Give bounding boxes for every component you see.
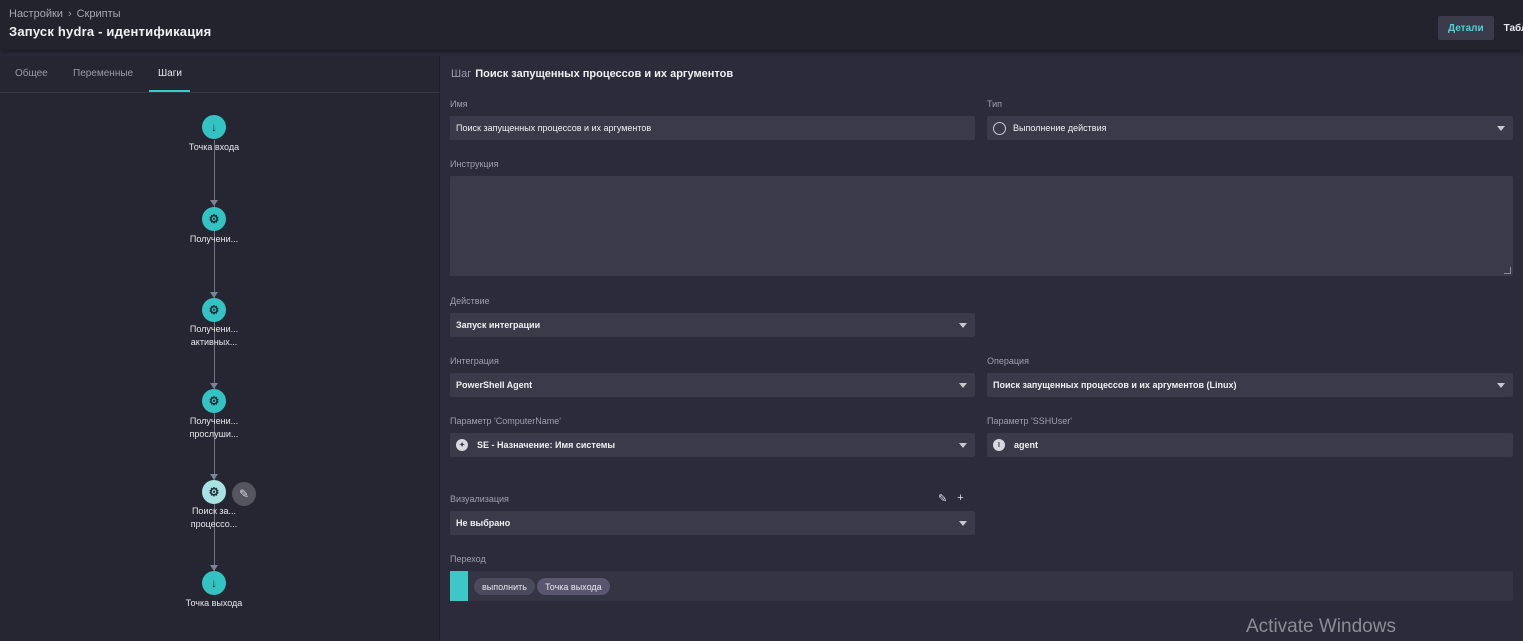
visualization-tools: ✎ + xyxy=(938,492,964,505)
chevron-down-icon xyxy=(1497,383,1505,388)
gear-icon: ⚙ xyxy=(208,303,220,317)
plus-icon[interactable]: + xyxy=(957,492,963,505)
flow-node-step-4-selected[interactable]: ⚙ xyxy=(202,480,226,504)
top-bar: Настройки › Скрипты Запуск hydra - идент… xyxy=(0,0,1523,50)
transition-condition-chip[interactable]: выполнить xyxy=(474,578,535,595)
transition-row: выполнить Точка выхода xyxy=(450,571,1513,601)
flow-node-label: Получени... активных... xyxy=(189,324,239,347)
transition-target-chip[interactable]: Точка выхода xyxy=(537,578,610,595)
action-select[interactable]: Запуск интеграции xyxy=(450,313,975,337)
active-tab-indicator xyxy=(149,90,190,92)
flow-node-label: Получени... xyxy=(189,234,239,244)
edit-step-button[interactable]: ✎ xyxy=(232,482,256,506)
tab-general[interactable]: Общее xyxy=(15,68,48,79)
breadcrumb-settings[interactable]: Настройки xyxy=(9,8,63,20)
details-view-button[interactable]: Детали xyxy=(1438,16,1494,40)
resize-handle-icon[interactable] xyxy=(1504,267,1511,274)
visualization-select[interactable]: Не выбрано xyxy=(450,511,975,535)
instruction-label: Инструкция xyxy=(450,159,499,169)
integration-select[interactable]: PowerShell Agent xyxy=(450,373,975,397)
arrow-down-icon: ↓ xyxy=(211,576,217,590)
tab-bar: Общее Переменные Шаги xyxy=(0,56,440,93)
name-input[interactable]: Поиск запущенных процессов и их аргумент… xyxy=(450,116,975,140)
param-sshuser-input[interactable]: I agent xyxy=(987,433,1513,457)
transition-accent-bar xyxy=(450,571,468,601)
flow-node-step-3[interactable]: ⚙ xyxy=(202,389,226,413)
step-prefix: Шаг xyxy=(451,68,472,80)
type-select[interactable]: Выполнение действия xyxy=(987,116,1513,140)
text-value-icon: I xyxy=(993,439,1005,451)
chevron-down-icon xyxy=(959,323,967,328)
flow-arrow xyxy=(210,200,218,206)
name-label: Имя xyxy=(450,99,468,109)
instruction-textarea[interactable] xyxy=(450,176,1513,276)
flow-node-exit[interactable]: ↓ xyxy=(202,571,226,595)
flow-node-label: Точка входа xyxy=(188,142,240,152)
gear-icon: ⚙ xyxy=(208,394,220,408)
view-toggle: Детали Табл xyxy=(1438,16,1523,40)
operation-label: Операция xyxy=(987,356,1029,366)
circle-icon xyxy=(993,121,1006,135)
flow-node-step-1[interactable]: ⚙ xyxy=(202,207,226,231)
arrow-down-icon: ↓ xyxy=(211,120,217,134)
chevron-down-icon xyxy=(959,383,967,388)
param-computername-label: Параметр 'ComputerName' xyxy=(450,416,561,426)
flow-node-label: Поиск за... процессо... xyxy=(190,506,238,529)
variable-icon: ✦ xyxy=(456,439,468,451)
flow-node-label: Получени... прослуши... xyxy=(189,416,239,439)
table-view-button[interactable]: Табл xyxy=(1494,16,1523,40)
integration-label: Интеграция xyxy=(450,356,499,366)
tab-variables[interactable]: Переменные xyxy=(73,68,133,79)
pencil-icon[interactable]: ✎ xyxy=(938,492,947,505)
step-heading: Шаг Поиск запущенных процессов и их аргум… xyxy=(451,68,733,80)
visualization-label: Визуализация xyxy=(450,494,509,504)
param-sshuser-label: Параметр 'SSHUser' xyxy=(987,416,1072,426)
step-title: Поиск запущенных процессов и их аргумент… xyxy=(475,68,734,80)
page-title: Запуск hydra - идентификация xyxy=(9,24,212,39)
flow-node-step-2[interactable]: ⚙ xyxy=(202,298,226,322)
operation-select[interactable]: Поиск запущенных процессов и их аргумент… xyxy=(987,373,1513,397)
action-label: Действие xyxy=(450,296,490,306)
type-label: Тип xyxy=(987,99,1003,109)
breadcrumb: Настройки › Скрипты xyxy=(9,8,121,20)
chevron-right-icon: › xyxy=(67,8,72,20)
chevron-down-icon xyxy=(1497,126,1505,131)
gear-icon: ⚙ xyxy=(208,212,220,226)
flow-node-entry[interactable]: ↓ xyxy=(202,115,226,139)
chevron-down-icon xyxy=(959,443,967,448)
gear-icon: ⚙ xyxy=(208,485,220,499)
transition-label: Переход xyxy=(450,554,486,564)
activate-windows-watermark: Activate Windows xyxy=(1246,616,1396,637)
chevron-down-icon xyxy=(959,521,967,526)
flow-node-label: Точка выхода xyxy=(185,598,243,608)
step-details-panel: Шаг Поиск запущенных процессов и их аргум… xyxy=(441,56,1523,641)
param-computername-select[interactable]: ✦ SE - Назначение: Имя системы xyxy=(450,433,975,457)
breadcrumb-scripts[interactable]: Скрипты xyxy=(77,8,121,20)
tab-steps[interactable]: Шаги xyxy=(158,68,182,79)
pencil-icon: ✎ xyxy=(238,487,250,501)
